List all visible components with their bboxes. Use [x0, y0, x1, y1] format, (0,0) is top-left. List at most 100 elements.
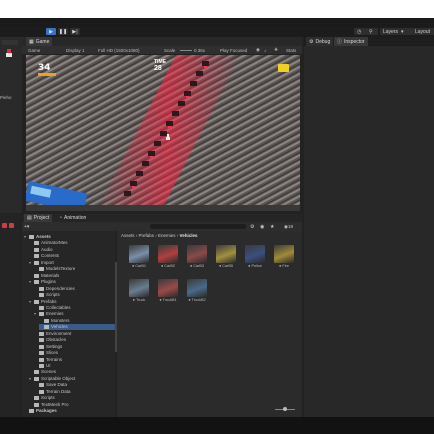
tree-item[interactable]: Vehicles — [39, 324, 115, 331]
folder-icon — [39, 351, 44, 356]
tree-item[interactable]: ▾ Assets — [24, 234, 51, 240]
asset-thumbnail — [245, 245, 265, 263]
chevron-down-icon[interactable]: ▾ — [29, 376, 33, 382]
asset-thumbnail — [158, 245, 178, 263]
tree-item[interactable]: Save Data — [34, 382, 67, 388]
history-button[interactable]: ◷ — [354, 28, 366, 35]
eye-count-value: 19 — [287, 224, 293, 229]
asset-item[interactable]: ● TruckB1 — [156, 279, 180, 302]
asset-item[interactable]: ● TruckB2 — [185, 279, 209, 302]
scale-slider[interactable] — [180, 50, 192, 51]
tree-item[interactable]: Scripts — [29, 395, 55, 401]
tab-animation[interactable]: ◔ Animation — [56, 214, 90, 222]
audio-icon[interactable]: ♪ — [264, 46, 266, 54]
tree-item[interactable]: Terrain Data — [34, 389, 71, 395]
tree-item[interactable]: ▾ Import — [29, 260, 54, 266]
game-view[interactable]: 34 TIME 28 — [26, 55, 300, 211]
tab-animation-label: Animation — [64, 215, 87, 221]
asset-item[interactable]: ● CarB3 — [185, 245, 209, 268]
mute-icon[interactable]: ◉ — [256, 46, 260, 54]
chevron-down-icon[interactable]: ▾ — [29, 279, 33, 285]
tree-item[interactable]: ModelsTexture — [34, 266, 75, 272]
tab-inspector[interactable]: ⓘ Inspector — [334, 37, 368, 46]
tree-item[interactable]: Slices — [34, 350, 58, 356]
star-icon[interactable]: ★ — [270, 224, 274, 230]
eye-count[interactable]: ◉19 — [284, 224, 293, 230]
game-mode-dropdown[interactable]: Game — [28, 46, 40, 54]
asset-item[interactable]: ● Fire — [272, 245, 296, 268]
chevron-down-icon[interactable]: ▾ — [29, 260, 33, 266]
folder-icon — [39, 389, 44, 394]
pause-button[interactable]: ❚❚ — [58, 28, 68, 35]
tree-item[interactable]: Packages — [24, 408, 57, 414]
step-button[interactable]: ▶| — [70, 28, 80, 35]
breadcrumb-item[interactable]: Prefabs — [139, 233, 155, 238]
filter-icon[interactable]: ⚙ — [250, 224, 254, 230]
folder-icon — [44, 325, 49, 330]
tree-item[interactable]: ▾ Enemies — [34, 311, 64, 317]
layers-label: Layers — [383, 28, 399, 35]
tree-item[interactable]: Obstacles — [34, 337, 66, 343]
gizmos-icon[interactable]: ❖ — [274, 46, 278, 54]
tree-item[interactable]: Audio — [29, 247, 53, 253]
asset-item[interactable]: ● CarB2 — [156, 245, 180, 268]
score-bar — [38, 73, 56, 76]
tab-project[interactable]: ▤ Project — [24, 214, 53, 222]
add-icon[interactable]: +▾ — [24, 224, 29, 230]
tree-item-label: Dependencies — [46, 285, 75, 291]
tree-item[interactable]: Environment — [34, 331, 71, 337]
tree-item[interactable]: UI — [34, 363, 51, 369]
asset-label: ● TruckB1 — [159, 298, 177, 302]
tree-item[interactable]: ▾ Plugins — [29, 279, 56, 285]
tree-item[interactable]: ▾ Scriptable Object — [29, 376, 75, 382]
folder-icon — [34, 247, 39, 252]
stats-toggle[interactable]: Stats — [286, 46, 296, 54]
chevron-down-icon[interactable]: ▾ — [24, 234, 28, 240]
tree-item-label: TextMesh Pro — [41, 401, 69, 407]
tree-item-label: Plugins — [41, 279, 56, 285]
character-preview — [4, 49, 14, 59]
play-focused-dropdown[interactable]: Play Focused — [220, 46, 247, 54]
project-search-input[interactable] — [150, 224, 246, 229]
tab-debug[interactable]: ⚙ Debug — [306, 37, 334, 46]
chevron-down-icon[interactable]: ▾ — [34, 311, 38, 317]
label-icon[interactable]: ◉ — [260, 224, 264, 230]
stats-label: Stats — [286, 47, 297, 53]
breadcrumb-item[interactable]: Vehicles — [180, 233, 198, 238]
resolution-dropdown[interactable]: Full HD (1920x1080) — [98, 46, 140, 54]
folder-icon — [34, 254, 39, 259]
tab-game[interactable]: ▦ Game — [26, 37, 53, 46]
tree-item[interactable]: ▾ Prefabs — [29, 299, 57, 305]
tree-scrollbar[interactable] — [115, 262, 117, 352]
asset-item[interactable]: ● CarB5 — [214, 245, 238, 268]
hierarchy-panel: Pieho — [0, 37, 22, 213]
asset-label: ● CarB2 — [160, 264, 176, 268]
breadcrumb-item[interactable]: Enemies — [158, 233, 176, 238]
game-tab-bar — [22, 37, 302, 46]
tree-item[interactable]: Terrains — [34, 357, 62, 363]
asset-item[interactable]: ● Police — [243, 245, 267, 268]
asset-item[interactable]: ● CarB1 — [127, 245, 151, 268]
tree-item[interactable]: Collectables — [34, 305, 71, 311]
play-button[interactable]: ▶ — [46, 28, 56, 35]
slider-handle[interactable] — [283, 407, 287, 411]
tree-item[interactable]: Settings — [34, 344, 62, 350]
tree-item[interactable]: Dependencies — [34, 286, 75, 292]
display-dropdown[interactable]: Display 1 — [66, 46, 85, 54]
layers-dropdown[interactable]: Layers ▾ — [380, 28, 412, 35]
tree-item[interactable]: Materials — [29, 273, 59, 279]
display-label: Display 1 — [66, 47, 85, 53]
tree-item[interactable]: Monsters — [39, 318, 70, 324]
chevron-down-icon[interactable]: ▾ — [29, 299, 33, 305]
layout-dropdown[interactable]: Layout — [412, 28, 434, 35]
top-margin — [0, 0, 434, 18]
tree-item[interactable]: Scripts — [34, 292, 60, 298]
tree-item[interactable]: Scenes — [29, 369, 56, 375]
tree-item[interactable]: Contents — [29, 253, 59, 259]
tree-item[interactable]: AnimatorMes — [29, 240, 68, 246]
asset-item[interactable]: ● Truck — [127, 279, 151, 302]
hierarchy-item[interactable]: Pieho — [0, 95, 12, 100]
search-button[interactable]: ⚲ — [366, 28, 378, 35]
breadcrumb-item[interactable]: Assets — [121, 233, 135, 238]
tree-item[interactable]: TextMesh Pro — [29, 402, 69, 408]
